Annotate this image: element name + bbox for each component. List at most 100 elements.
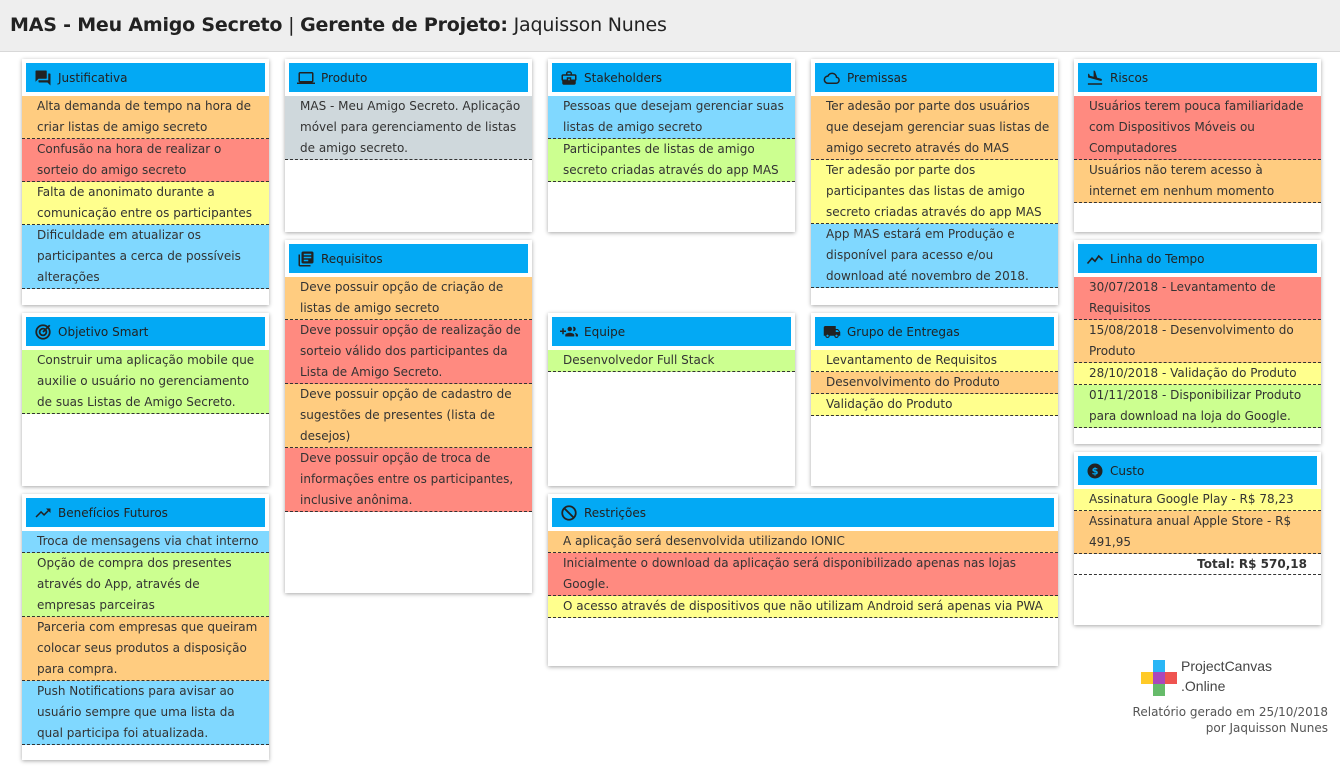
card-title: Requisitos	[321, 251, 383, 266]
flight-land-icon	[1086, 69, 1104, 87]
card-stakeholders: Stakeholders Pessoas que desejam gerenci…	[548, 59, 795, 232]
list-item: App MAS estará em Produção e disponível …	[811, 224, 1058, 288]
list-item: Deve possuir opção de troca de informaçõ…	[285, 448, 532, 512]
cost-total: Total: R$ 570,18	[1074, 554, 1321, 575]
list-icon	[297, 250, 315, 268]
card-header-equipe: Equipe	[552, 317, 791, 346]
list-item: Push Notifications para avisar ao usuári…	[22, 681, 269, 745]
list-item: Construir uma aplicação mobile que auxil…	[22, 350, 269, 414]
card-header-produto: Produto	[289, 63, 528, 92]
project-manager-label: Gerente de Projeto:	[300, 14, 508, 36]
list-item: Inicialmente o download da aplicação ser…	[548, 553, 1058, 596]
list-item: Participantes de listas de amigo secreto…	[548, 139, 795, 182]
card-beneficios-futuros: Benefícios Futuros Troca de mensagens vi…	[22, 494, 269, 760]
dollar-icon: $	[1086, 462, 1104, 480]
cloud-icon	[823, 69, 841, 87]
list-item: Desenvolvedor Full Stack	[548, 350, 795, 372]
card-title: Objetivo Smart	[58, 324, 149, 339]
card-header-restricoes: Restrições	[552, 498, 1054, 527]
card-restricoes: Restrições A aplicação será desenvolvida…	[548, 494, 1058, 666]
list-item: Assinatura Google Play - R$ 78,23	[1074, 489, 1321, 511]
group-add-icon	[560, 323, 578, 341]
list-item: Usuários terem pouca familiaridade com D…	[1074, 96, 1321, 160]
card-title: Grupo de Entregas	[847, 324, 960, 339]
card-header-entregas: Grupo de Entregas	[815, 317, 1054, 346]
card-title: Justificativa	[58, 70, 128, 85]
list-item: Falta de anonimato durante a comunicação…	[22, 182, 269, 225]
list-item: A aplicação será desenvolvida utilizando…	[548, 531, 1058, 553]
list-item: Desenvolvimento do Produto	[811, 372, 1058, 394]
page-title: MAS - Meu Amigo Secreto | Gerente de Pro…	[10, 14, 667, 36]
logo-line-1: ProjectCanvas	[1181, 658, 1273, 674]
card-title: Riscos	[1110, 70, 1149, 85]
card-header-stakeholders: Stakeholders	[552, 63, 791, 92]
card-produto: Produto MAS - Meu Amigo Secreto. Aplicaç…	[285, 59, 532, 232]
list-item: Pessoas que desejam gerenciar suas lista…	[548, 96, 795, 139]
report-generated-date: Relatório gerado em 25/10/2018	[1132, 705, 1328, 719]
card-header-premissas: Premissas	[815, 63, 1054, 92]
list-item: Troca de mensagens via chat interno	[22, 531, 269, 553]
list-item: Alta demanda de tempo na hora de criar l…	[22, 96, 269, 139]
plus-logo-icon	[1141, 660, 1177, 696]
top-bar: MAS - Meu Amigo Secreto | Gerente de Pro…	[0, 0, 1340, 52]
card-title: Produto	[321, 70, 368, 85]
list-item: MAS - Meu Amigo Secreto. Aplicação móvel…	[285, 96, 532, 160]
list-item: Dificuldade em atualizar os participante…	[22, 225, 269, 289]
list-item: 01/11/2018 - Disponibilizar Produto para…	[1074, 385, 1321, 428]
list-item: 30/07/2018 - Levantamento de Requisitos	[1074, 277, 1321, 320]
list-item: O acesso através de dispositivos que não…	[548, 596, 1058, 618]
card-grupo-de-entregas: Grupo de Entregas Levantamento de Requis…	[811, 313, 1058, 486]
projectcanvas-logo[interactable]: ProjectCanvas .Online	[1141, 656, 1331, 700]
card-title: Linha do Tempo	[1110, 251, 1205, 266]
card-objetivo-smart: Objetivo Smart Construir uma aplicação m…	[22, 313, 269, 486]
card-riscos: Riscos Usuários terem pouca familiaridad…	[1074, 59, 1321, 232]
list-item: Validação do Produto	[811, 394, 1058, 416]
card-requisitos: Requisitos Deve possuir opção de criação…	[285, 240, 532, 593]
card-title: Stakeholders	[584, 70, 663, 85]
list-item: Levantamento de Requisitos	[811, 350, 1058, 372]
truck-icon	[823, 323, 841, 341]
card-custo: $ Custo Assinatura Google Play - R$ 78,2…	[1074, 452, 1321, 625]
list-item: Deve possuir opção de realização de sort…	[285, 320, 532, 384]
list-item: 28/10/2018 - Validação do Produto	[1074, 363, 1321, 385]
svg-text:$: $	[1092, 466, 1099, 477]
card-title: Premissas	[847, 70, 908, 85]
card-title: Equipe	[584, 324, 626, 339]
card-header-beneficios: Benefícios Futuros	[26, 498, 265, 527]
list-item: Ter adesão por parte dos usuários que de…	[811, 96, 1058, 160]
card-justificativa: Justificativa Alta demanda de tempo na h…	[22, 59, 269, 305]
logo-line-2: .Online	[1181, 678, 1226, 694]
list-item: Opção de compra dos presentes através do…	[22, 553, 269, 617]
list-item: Deve possuir opção de criação de listas …	[285, 277, 532, 320]
report-note: Relatório gerado em 25/10/2018 por Jaqui…	[1133, 704, 1328, 736]
timeline-icon	[1086, 250, 1104, 268]
card-header-linha: Linha do Tempo	[1078, 244, 1317, 273]
card-title: Restrições	[584, 505, 646, 520]
logo-text: ProjectCanvas .Online	[1181, 656, 1272, 696]
app-name: MAS - Meu Amigo Secreto	[10, 14, 283, 36]
card-title: Benefícios Futuros	[58, 505, 168, 520]
card-header-justificativa: Justificativa	[26, 63, 265, 92]
card-premissas: Premissas Ter adesão por parte dos usuár…	[811, 59, 1058, 305]
list-item: 15/08/2018 - Desenvolvimento do Produto	[1074, 320, 1321, 363]
list-item: Ter adesão por parte dos participantes d…	[811, 160, 1058, 224]
briefcase-icon	[560, 69, 578, 87]
card-header-riscos: Riscos	[1078, 63, 1317, 92]
card-header-objetivo: Objetivo Smart	[26, 317, 265, 346]
list-item: Confusão na hora de realizar o sorteio d…	[22, 139, 269, 182]
laptop-icon	[297, 69, 315, 87]
list-item: Deve possuir opção de cadastro de sugest…	[285, 384, 532, 448]
block-icon	[560, 504, 578, 522]
card-title: Custo	[1110, 463, 1145, 478]
list-item: Assinatura anual Apple Store - R$ 491,95	[1074, 511, 1321, 554]
list-item: Usuários não terem acesso à internet em …	[1074, 160, 1321, 203]
target-icon	[34, 323, 52, 341]
card-equipe: Equipe Desenvolvedor Full Stack	[548, 313, 795, 486]
forum-icon	[34, 69, 52, 87]
title-separator: |	[282, 14, 301, 36]
report-author: por Jaquisson Nunes	[1205, 721, 1328, 735]
card-header-requisitos: Requisitos	[289, 244, 528, 273]
trending-up-icon	[34, 504, 52, 522]
card-header-custo: $ Custo	[1078, 456, 1317, 485]
list-item: Parceria com empresas que queiram coloca…	[22, 617, 269, 681]
